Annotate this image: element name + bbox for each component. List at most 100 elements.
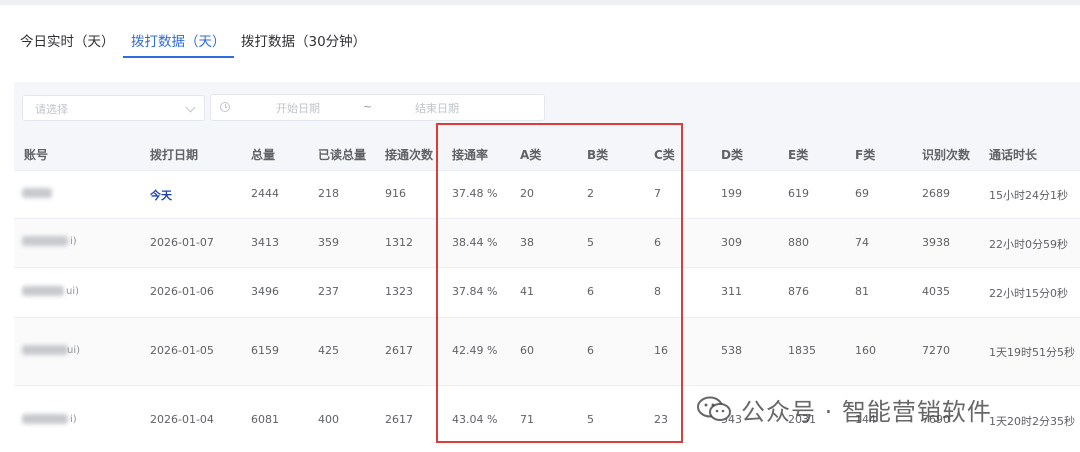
- cell-e: 876: [788, 285, 809, 298]
- cell-connected: 1323: [385, 285, 413, 298]
- cell-date: 2026-01-04: [150, 413, 214, 426]
- account-suffix: ui): [66, 286, 80, 297]
- cell-e: 619: [788, 187, 809, 200]
- cell-rate: 37.84 %: [452, 285, 498, 298]
- cell-read-total: 218: [318, 187, 339, 200]
- end-date-input[interactable]: 结束日期: [415, 100, 459, 116]
- cell-date: 今天: [150, 189, 172, 202]
- cell-b: 6: [587, 285, 594, 298]
- clock-icon: [220, 102, 230, 112]
- table-row[interactable]: [14, 170, 1080, 218]
- column-header-f[interactable]: F类: [855, 146, 875, 163]
- tab-dial-data-30min[interactable]: 拨打数据（30分钟）: [241, 30, 366, 50]
- cell-b: 5: [587, 413, 594, 426]
- wechat-icon: [697, 396, 731, 421]
- cell-total: 3413: [251, 236, 279, 249]
- start-date-input[interactable]: 开始日期: [276, 100, 320, 116]
- cell-d: 199: [721, 187, 742, 200]
- cell-c: 7: [654, 187, 661, 200]
- cell-rate: 43.04 %: [452, 413, 498, 426]
- column-header-a[interactable]: A类: [520, 146, 541, 163]
- select-placeholder: 请选择: [35, 103, 68, 116]
- cell-a: 60: [520, 344, 534, 357]
- cell-date: 2026-01-07: [150, 236, 214, 249]
- column-header-recognized[interactable]: 识别次数: [922, 146, 970, 163]
- cell-e: 1835: [788, 344, 816, 357]
- cell-duration: 15小时24分1秒: [989, 189, 1068, 202]
- cell-e: 880: [788, 236, 809, 249]
- cell-date: 2026-01-05: [150, 344, 214, 357]
- cell-c: 16: [654, 344, 668, 357]
- cell-total: 2444: [251, 187, 279, 200]
- tab-bar: 今日实时（天） 拨打数据（天） 拨打数据（30分钟）: [0, 0, 1080, 60]
- cell-a: 38: [520, 236, 534, 249]
- cell-connected: 916: [385, 187, 406, 200]
- cell-c: 8: [654, 285, 661, 298]
- cell-b: 6: [587, 344, 594, 357]
- account-suffix: ui): [67, 345, 81, 356]
- account-redacted: [22, 286, 64, 296]
- cell-f: 69: [855, 187, 869, 200]
- date-separator: ~: [363, 100, 373, 113]
- cell-f: 81: [855, 285, 869, 298]
- account-select[interactable]: 请选择: [22, 95, 205, 121]
- cell-rate: 42.49 %: [452, 344, 498, 357]
- cell-recognized: 3938: [922, 236, 950, 249]
- cell-read-total: 425: [318, 344, 339, 357]
- column-header-total[interactable]: 总量: [251, 146, 275, 163]
- column-header-c[interactable]: C类: [654, 146, 675, 163]
- cell-duration: 1天19时51分5秒: [989, 346, 1075, 359]
- cell-a: 71: [520, 413, 534, 426]
- column-header-date[interactable]: 拨打日期: [150, 146, 198, 163]
- account-redacted: [22, 188, 52, 198]
- column-header-b[interactable]: B类: [587, 146, 608, 163]
- cell-date: 2026-01-06: [150, 285, 214, 298]
- date-range-picker[interactable]: 开始日期 ~ 结束日期: [210, 94, 545, 121]
- cell-rate: 37.48 %: [452, 187, 498, 200]
- account-redacted: [22, 345, 68, 355]
- account-redacted: [22, 414, 68, 424]
- cell-b: 5: [587, 236, 594, 249]
- column-header-rate[interactable]: 接通率: [452, 146, 488, 163]
- cell-connected: 1312: [385, 236, 413, 249]
- active-tab-indicator: [123, 56, 234, 58]
- cell-f: 74: [855, 236, 869, 249]
- cell-a: 20: [520, 187, 534, 200]
- cell-rate: 38.44 %: [452, 236, 498, 249]
- column-header-d[interactable]: D类: [721, 146, 743, 163]
- cell-total: 6159: [251, 344, 279, 357]
- column-header-duration[interactable]: 通话时长: [989, 146, 1037, 163]
- cell-recognized: 2689: [922, 187, 950, 200]
- cell-f: 160: [855, 344, 876, 357]
- cell-read-total: 237: [318, 285, 339, 298]
- column-header-connected[interactable]: 接通次数: [385, 146, 433, 163]
- cell-connected: 2617: [385, 344, 413, 357]
- cell-total: 3496: [251, 285, 279, 298]
- account-suffix: i): [70, 414, 77, 425]
- cell-duration: 22小时0分59秒: [989, 238, 1068, 251]
- cell-d: 309: [721, 236, 742, 249]
- cell-total: 6081: [251, 413, 279, 426]
- cell-recognized: 4035: [922, 285, 950, 298]
- account-redacted: [22, 236, 68, 246]
- column-header-e[interactable]: E类: [788, 146, 808, 163]
- cell-read-total: 359: [318, 236, 339, 249]
- account-suffix: i): [70, 236, 77, 247]
- cell-c: 6: [654, 236, 661, 249]
- cell-d: 538: [721, 344, 742, 357]
- cell-a: 41: [520, 285, 534, 298]
- cell-recognized: 7270: [922, 344, 950, 357]
- cell-d: 311: [721, 285, 742, 298]
- cell-duration: 22小时15分0秒: [989, 287, 1068, 300]
- column-header-account[interactable]: 账号: [24, 146, 48, 163]
- watermark-text: 公众号 · 智能营销软件: [741, 398, 992, 426]
- cell-c: 23: [654, 413, 668, 426]
- cell-connected: 2617: [385, 413, 413, 426]
- tab-today-realtime[interactable]: 今日实时（天）: [20, 30, 115, 50]
- cell-b: 2: [587, 187, 594, 200]
- cell-read-total: 400: [318, 413, 339, 426]
- tab-dial-data-day[interactable]: 拨打数据（天）: [131, 30, 226, 50]
- cell-duration: 1天20时2分35秒: [989, 415, 1075, 428]
- chevron-down-icon: [185, 102, 196, 113]
- column-header-read-total[interactable]: 已读总量: [318, 146, 366, 163]
